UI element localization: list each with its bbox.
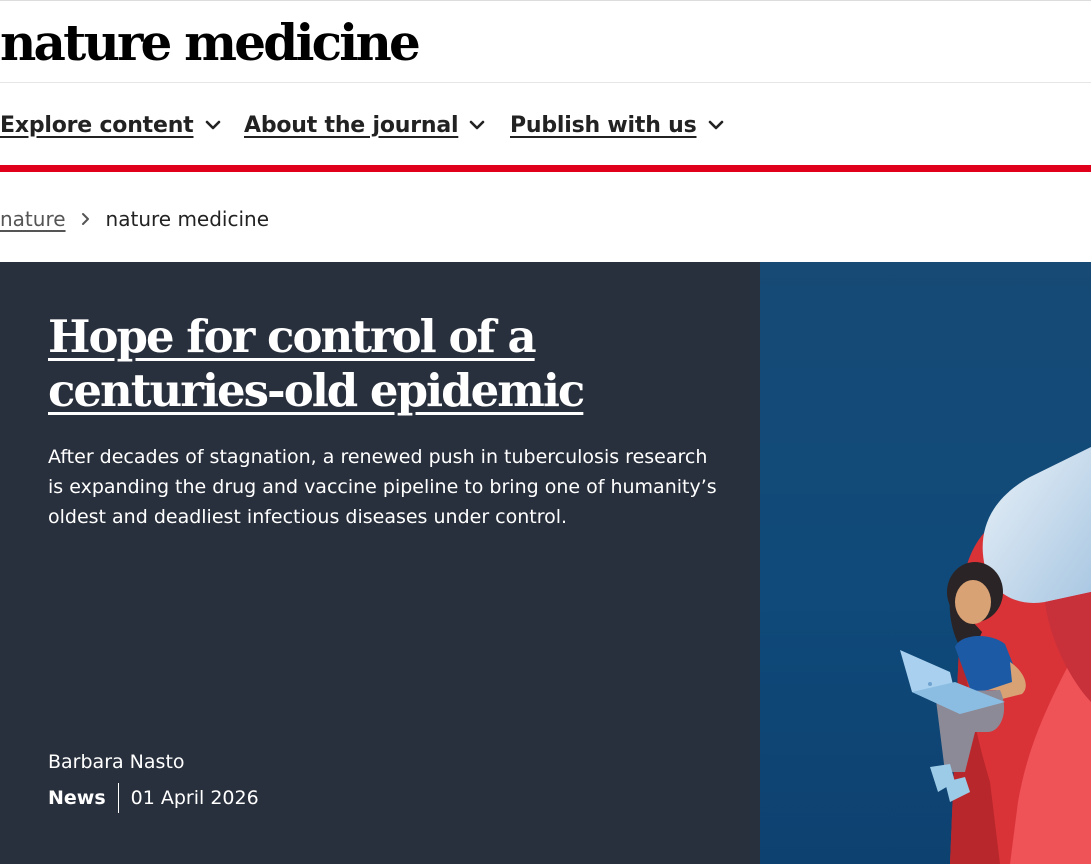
nav-label[interactable]: About the journal: [244, 113, 459, 138]
nav-explore-content[interactable]: Explore content: [0, 109, 222, 141]
site-logo[interactable]: nature medicine: [0, 13, 421, 73]
nav-label[interactable]: Publish with us: [510, 113, 697, 138]
hero-illustration: [760, 262, 1091, 864]
main-nav: Explore content About the journal Publis…: [0, 83, 1091, 165]
nav-about-the-journal[interactable]: About the journal: [244, 109, 486, 141]
hero-text-panel: Hope for control of a centuries-old epid…: [0, 262, 760, 864]
logo-bar: nature medicine: [0, 1, 1091, 82]
chevron-down-icon: [708, 120, 723, 130]
hero-meta: News 01 April 2026: [48, 783, 259, 813]
hero: Hope for control of a centuries-old epid…: [0, 262, 1091, 864]
hero-title-link[interactable]: Hope for control of a centuries-old epid…: [48, 310, 708, 418]
hero-standfirst: After decades of stagnation, a renewed p…: [48, 446, 717, 528]
breadcrumb-parent-link[interactable]: nature: [0, 207, 66, 231]
hero-illustration-svg: [760, 262, 1091, 864]
article-date: 01 April 2026: [130, 787, 259, 809]
chevron-down-icon: [205, 120, 220, 130]
nav-publish-with-us[interactable]: Publish with us: [510, 109, 725, 141]
page: nature medicine Explore content About th…: [0, 0, 1091, 864]
chevron-right-icon: [81, 213, 89, 225]
article-type: News: [48, 783, 119, 813]
chevron-down-icon: [470, 120, 485, 130]
accent-bar: [0, 165, 1091, 172]
breadcrumb: nature nature medicine: [0, 203, 269, 235]
hero-author: Barbara Nasto: [48, 751, 185, 773]
nav-label[interactable]: Explore content: [0, 113, 194, 138]
breadcrumb-current: nature medicine: [105, 207, 270, 231]
